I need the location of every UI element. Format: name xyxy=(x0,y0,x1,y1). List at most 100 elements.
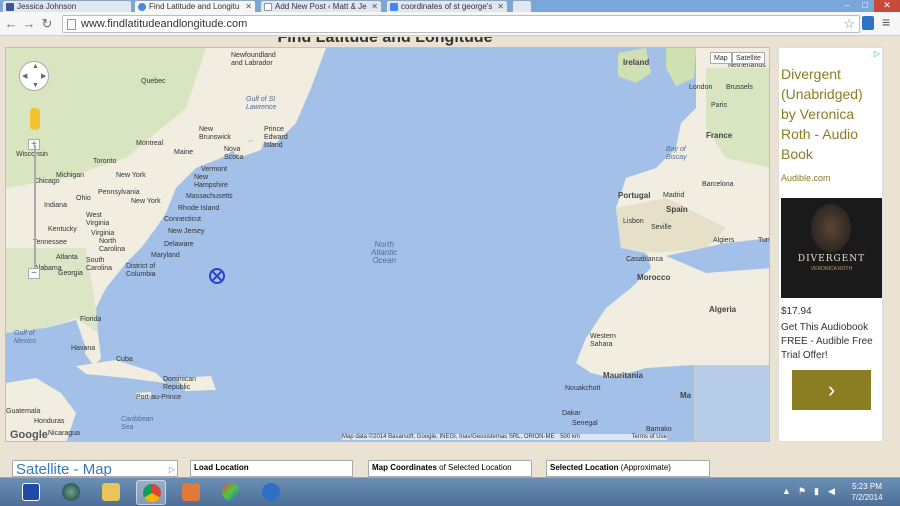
new-tab-button[interactable] xyxy=(512,0,532,12)
minimize-button[interactable]: – xyxy=(838,0,856,12)
satellite-map-ad-box[interactable]: Satellite - Map ▷ xyxy=(12,460,178,477)
close-icon[interactable]: ✕ xyxy=(245,1,252,12)
map-label-paris: Paris xyxy=(711,102,727,109)
help-icon xyxy=(22,483,40,501)
page-icon xyxy=(67,19,76,30)
tab-label: Add New Post ‹ Matt & Je xyxy=(275,2,367,11)
map-label-florida: Florida xyxy=(80,316,102,323)
adchoices-icon[interactable]: ▷ xyxy=(169,461,175,476)
pegman-icon[interactable] xyxy=(30,108,40,130)
explorer-icon xyxy=(102,483,120,501)
map-label-newfoundland: Newfoundland and Labrador xyxy=(231,52,276,67)
zoom-slider[interactable] xyxy=(34,145,36,273)
map-label-south-carolina: South Carolina xyxy=(86,257,113,272)
reload-icon[interactable]: ↻ xyxy=(40,16,54,32)
profile-icon[interactable] xyxy=(862,16,874,30)
google-icon xyxy=(390,3,398,11)
attribution-text: Map data ©2014 Basarsoft, Google, INEGI,… xyxy=(342,434,555,440)
terms-link[interactable]: Terms of Use xyxy=(632,434,667,440)
media-icon xyxy=(62,483,80,501)
ad-domain[interactable]: Audible.com xyxy=(781,173,831,183)
palette-app-button[interactable] xyxy=(216,480,246,505)
show-hidden-icons-icon[interactable]: ▲ xyxy=(782,486,791,496)
map-label-honduras: Honduras xyxy=(34,418,65,425)
star-icon[interactable]: ☆ xyxy=(843,16,855,32)
ad-description: Get This Audiobook FREE - Audible Free T… xyxy=(781,322,873,361)
zoom-out-button[interactable]: − xyxy=(28,268,40,279)
location-marker[interactable] xyxy=(209,268,225,284)
map-type-satellite-button[interactable]: Satellite xyxy=(732,52,765,64)
cover-title: DIVERGENT xyxy=(797,254,866,264)
map-label-barcelona: Barcelona xyxy=(702,181,734,188)
map-label-virginia: Virginia xyxy=(91,230,115,237)
map-label-madrid: Madrid xyxy=(663,192,685,199)
paint-app-button[interactable] xyxy=(176,480,206,505)
explorer-app-button[interactable] xyxy=(96,480,126,505)
close-window-button[interactable]: ✕ xyxy=(874,0,900,12)
scale-text: 500 km xyxy=(560,434,580,440)
map-label-port-au-prince: Port-au-Prince xyxy=(136,394,182,401)
forward-arrow-icon[interactable]: → xyxy=(22,16,36,32)
map-label-pennsylvania: Pennsylvania xyxy=(98,189,140,196)
audible-ad[interactable]: ▷ Divergent (Unabridged) by Veronica Rot… xyxy=(778,47,883,442)
map-label-kentucky: Kentucky xyxy=(48,226,77,233)
map-label-brussels: Brussels xyxy=(726,84,753,91)
inset-map[interactable] xyxy=(694,365,769,441)
satellite-map-text[interactable]: Satellite - Map xyxy=(16,461,112,476)
tab-find-latitude[interactable]: Find Latitude and Longitu ✕ xyxy=(134,0,256,12)
paint-icon xyxy=(182,483,200,501)
taskbar-clock[interactable]: 5:23 PM 7/2/2014 xyxy=(842,481,892,503)
globe-icon xyxy=(138,3,146,11)
close-icon[interactable]: ✕ xyxy=(371,1,378,12)
page-content: Find Latitude and Longitude Newfoundland… xyxy=(0,37,900,477)
menu-icon[interactable]: ≡ xyxy=(882,14,890,30)
cover-figure xyxy=(811,204,851,252)
map-label-rhode-island: Rhode Island xyxy=(178,205,220,212)
map-label-new-hampshire: New Hampshire xyxy=(194,174,228,189)
load-location-heading: Load Location xyxy=(194,463,249,472)
map-label-algeria: Algeria xyxy=(709,305,737,314)
tab-coordinates[interactable]: coordinates of st george's ✕ xyxy=(386,0,508,12)
ad-cta-button[interactable]: › xyxy=(792,370,871,410)
address-bar[interactable]: www.findlatitudeandlongitude.com ☆ xyxy=(62,15,860,33)
chrome-app-button[interactable] xyxy=(136,480,166,505)
palette-icon xyxy=(222,483,240,501)
map-label-new-brunswick: New Brunswick xyxy=(199,126,231,141)
map-label-delaware: Delaware xyxy=(164,241,194,248)
map-type-map-button[interactable]: Map xyxy=(710,52,732,64)
map-label-gulf-st-lawrence: Gulf of St Lawrence xyxy=(246,96,277,111)
media-app-button[interactable] xyxy=(56,480,86,505)
maximize-button[interactable]: □ xyxy=(856,0,874,12)
clock-time: 5:23 PM xyxy=(852,482,882,491)
map-label-portugal: Portugal xyxy=(618,191,651,200)
selected-location-heading: Selected Location xyxy=(550,463,619,472)
map-label-ohio: Ohio xyxy=(76,195,91,202)
back-arrow-icon[interactable]: ← xyxy=(4,16,18,32)
map-label-wisconsin: Wisconsin xyxy=(16,151,48,158)
cover-author: VERONICA ROTH xyxy=(810,266,853,272)
tab-label: coordinates of st george's xyxy=(401,2,493,11)
close-icon[interactable]: ✕ xyxy=(497,1,504,12)
map-label-nicaragua: Nicaragua xyxy=(48,430,80,437)
google-logo[interactable]: Google xyxy=(10,429,48,441)
map-label-bay-of-biscay: Bay of Biscay xyxy=(666,146,687,161)
thunderbird-app-button[interactable] xyxy=(256,480,286,505)
volume-icon[interactable]: ◀ xyxy=(828,486,835,497)
map-label-dc: District of Columbia xyxy=(126,263,156,278)
help-app-button[interactable] xyxy=(16,480,46,505)
flag-icon[interactable]: ⚑ xyxy=(798,486,806,497)
ad-title[interactable]: Divergent (Unabridged) by Veronica Roth … xyxy=(781,64,881,164)
adchoices-icon[interactable]: ▷ xyxy=(874,49,880,58)
tab-add-new-post[interactable]: Add New Post ‹ Matt & Je ✕ xyxy=(260,0,382,12)
map-label-chicago: Chicago xyxy=(34,178,60,185)
tab-facebook[interactable]: Jessica Johnson xyxy=(2,0,132,12)
map-label-mauritania: Mauritania xyxy=(603,371,644,380)
pan-control[interactable]: ▲ ▼ ◀ ▶ xyxy=(19,61,49,91)
battery-icon[interactable]: ▮ xyxy=(814,486,819,497)
map-label-casablanca: Casablanca xyxy=(626,256,663,263)
map-canvas[interactable]: Newfoundland and Labrador Quebec Gulf of… xyxy=(5,47,770,442)
ad-book-cover[interactable]: DIVERGENT VERONICA ROTH xyxy=(781,198,882,298)
map-label-dakar: Dakar xyxy=(562,410,581,417)
browser-toolbar: ← → ↻ www.findlatitudeandlongitude.com ☆ xyxy=(0,12,900,36)
map-label-georgia: Georgia xyxy=(58,270,83,277)
